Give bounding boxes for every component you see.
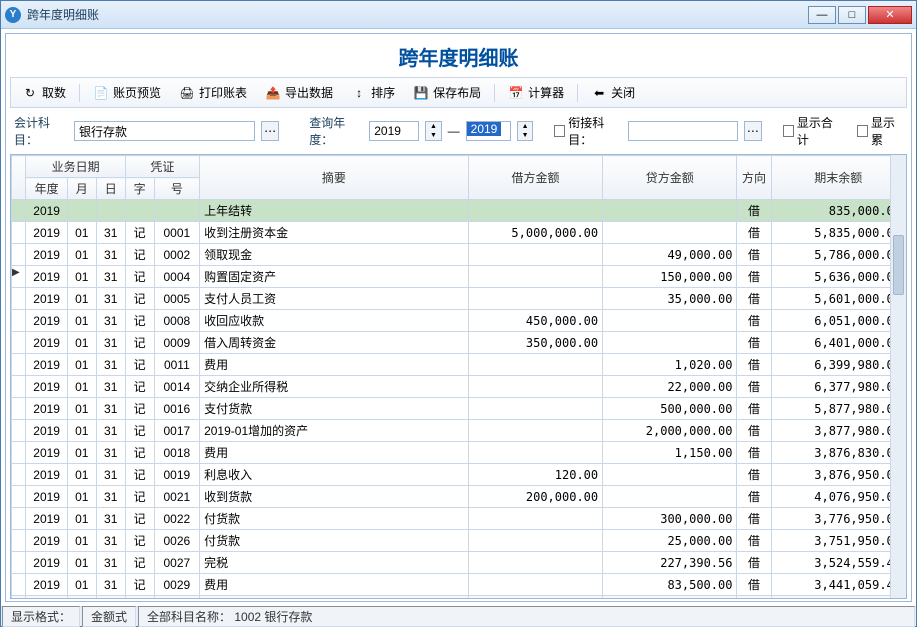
col-voucher[interactable]: 凭证: [125, 156, 199, 178]
page-icon: 📄: [93, 85, 109, 101]
save-icon: 💾: [413, 85, 429, 101]
fetch-button[interactable]: ↻取数: [13, 80, 75, 105]
close-toolbar-button[interactable]: ⬅关闭: [582, 80, 644, 105]
col-day[interactable]: 日: [96, 178, 125, 200]
save-layout-button[interactable]: 💾保存布局: [404, 80, 490, 105]
show-extra-checkbox[interactable]: 显示累: [857, 114, 903, 148]
col-credit[interactable]: 贷方金额: [603, 156, 737, 200]
content-area: 跨年度明细账 ↻取数 📄账页预览 🖨打印账表 📤导出数据 ↕排序 💾保存布局 📅…: [5, 33, 912, 602]
close-button[interactable]: ✕: [868, 6, 912, 24]
sort-button[interactable]: ↕排序: [342, 80, 404, 105]
sort-icon: ↕: [351, 85, 367, 101]
footer-row: 18 6,000,120.00 3,394,060.56: [12, 596, 906, 599]
table-row[interactable]: 20190131记0014交纳企业所得税22,000.00借6,377,980.…: [12, 376, 906, 398]
col-month[interactable]: 月: [67, 178, 96, 200]
ledger-table: 业务日期 凭证 摘要 借方金额 贷方金额 方向 期末余额 年度 月 日 字 号: [11, 155, 906, 598]
col-vno[interactable]: 号: [154, 178, 199, 200]
col-vtype[interactable]: 字: [125, 178, 154, 200]
app-icon: Y: [5, 7, 21, 23]
table-row[interactable]: 20190131记0002领取现金49,000.00借5,786,000.00: [12, 244, 906, 266]
col-debit[interactable]: 借方金额: [468, 156, 602, 200]
minimize-button[interactable]: —: [808, 6, 836, 24]
table-row[interactable]: 20190131记0005支付人员工资35,000.00借5,601,000.0…: [12, 288, 906, 310]
footer-credit: 3,394,060.56: [603, 596, 737, 599]
table-row[interactable]: 20190131记0008收回应收款450,000.00借6,051,000.0…: [12, 310, 906, 332]
table-row[interactable]: 20190131记0021收到货款200,000.00借4,076,950.00: [12, 486, 906, 508]
subject-input[interactable]: [74, 121, 255, 141]
ellipsis-icon[interactable]: ⋯: [744, 121, 762, 141]
data-grid: ▶ 业务日期 凭证 摘要 借方金额 贷方金额 方向 期末余额 年度: [10, 154, 907, 599]
table-row[interactable]: 20190131记0011费用1,020.00借6,399,980.00: [12, 354, 906, 376]
table-row[interactable]: 20190131记0009借入周转资金350,000.00借6,401,000.…: [12, 332, 906, 354]
link-subject-checkbox[interactable]: 衔接科目：: [554, 114, 622, 148]
col-year[interactable]: 年度: [26, 178, 67, 200]
status-format-value: 金额式: [82, 606, 136, 627]
col-dir[interactable]: 方向: [737, 156, 771, 200]
table-row[interactable]: 2019上年结转借835,000.00: [12, 200, 906, 222]
print-button[interactable]: 🖨打印账表: [170, 80, 256, 105]
table-row[interactable]: 20190131记0019利息收入120.00借3,876,950.00: [12, 464, 906, 486]
table-row[interactable]: 20190131记00172019-01增加的资产2,000,000.00借3,…: [12, 420, 906, 442]
status-format-label: 显示格式：: [2, 606, 80, 627]
footer-debit: 6,000,120.00: [468, 596, 602, 599]
row-indicator-icon: ▶: [12, 267, 20, 278]
toolbar: ↻取数 📄账页预览 🖨打印账表 📤导出数据 ↕排序 💾保存布局 📅计算器 ⬅关闭: [10, 77, 907, 108]
vertical-scrollbar[interactable]: [890, 155, 906, 598]
col-biz-date[interactable]: 业务日期: [26, 156, 125, 178]
export-icon: 📤: [265, 85, 281, 101]
titlebar: Y 跨年度明细账 — □ ✕: [1, 1, 916, 29]
dash-label: —: [448, 124, 460, 138]
year-to-input[interactable]: 2019: [467, 122, 502, 136]
refresh-icon: ↻: [22, 85, 38, 101]
table-row[interactable]: 20190131记0018费用1,150.00借3,876,830.00: [12, 442, 906, 464]
table-row[interactable]: 20190131记0029费用83,500.00借3,441,059.44: [12, 574, 906, 596]
printer-icon: 🖨: [179, 85, 195, 101]
year-from-input[interactable]: [369, 121, 419, 141]
footer-count: 18: [200, 596, 469, 599]
export-button[interactable]: 📤导出数据: [256, 80, 342, 105]
table-row[interactable]: 20190131记0001收到注册资本金5,000,000.00借5,835,0…: [12, 222, 906, 244]
link-subject-input[interactable]: [628, 121, 738, 141]
preview-button[interactable]: 📄账页预览: [84, 80, 170, 105]
calculator-icon: 📅: [508, 85, 524, 101]
window-title: 跨年度明细账: [27, 6, 808, 23]
maximize-button[interactable]: □: [838, 6, 866, 24]
year-from-spinner[interactable]: ▲▼: [425, 121, 441, 141]
scroll-thumb[interactable]: [893, 235, 904, 295]
table-row[interactable]: 20190131记0016支付货款500,000.00借5,877,980.00: [12, 398, 906, 420]
ellipsis-icon[interactable]: ⋯: [261, 121, 279, 141]
calculator-button[interactable]: 📅计算器: [499, 80, 573, 105]
filter-bar: 会计科目： ⋯ 查询年度： ▲▼ — 2019 ▲▼ 衔接科目： ⋯ 显示合计 …: [6, 110, 911, 152]
col-summary[interactable]: 摘要: [200, 156, 469, 200]
subject-label: 会计科目：: [14, 114, 68, 148]
table-row[interactable]: 20190131记0022付货款300,000.00借3,776,950.00: [12, 508, 906, 530]
col-balance[interactable]: 期末余额: [771, 156, 905, 200]
year-to-spinner[interactable]: ▲▼: [517, 121, 533, 141]
table-row[interactable]: 20190131记0026付货款25,000.00借3,751,950.00: [12, 530, 906, 552]
status-subject: 全部科目名称： 1002 银行存款: [138, 606, 915, 627]
year-label: 查询年度：: [309, 114, 363, 148]
page-title: 跨年度明细账: [6, 34, 911, 75]
table-row[interactable]: 20190131记0027完税227,390.56借3,524,559.44: [12, 552, 906, 574]
show-total-checkbox[interactable]: 显示合计: [783, 114, 840, 148]
table-row[interactable]: 20190131记0004购置固定资产150,000.00借5,636,000.…: [12, 266, 906, 288]
statusbar: 显示格式： 金额式 全部科目名称： 1002 银行存款: [1, 606, 916, 626]
app-window: Y 跨年度明细账 — □ ✕ 跨年度明细账 ↻取数 📄账页预览 🖨打印账表 📤导…: [0, 0, 917, 627]
exit-icon: ⬅: [591, 85, 607, 101]
